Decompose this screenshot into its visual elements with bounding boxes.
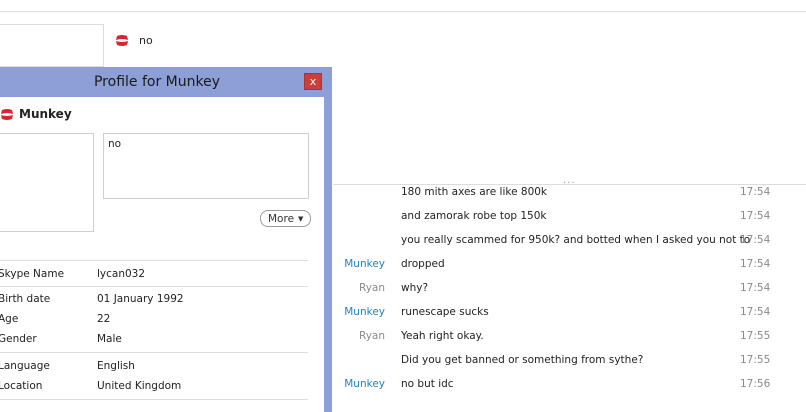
- message-text: why?: [401, 282, 429, 294]
- message-time: 17:54: [740, 234, 771, 246]
- message-text: dropped: [401, 258, 445, 270]
- chat-message[interactable]: Munkey runescape sucks 17:54: [333, 301, 806, 325]
- chat-message[interactable]: and zamorak robe top 150k 17:54: [333, 205, 806, 229]
- info-value: 01 January 1992: [97, 293, 184, 305]
- info-value: lycan032: [97, 268, 146, 280]
- info-separator: [0, 352, 308, 353]
- message-sender[interactable]: Ryan: [359, 330, 385, 342]
- contact-avatar[interactable]: [0, 24, 104, 67]
- info-label: Language: [0, 360, 50, 372]
- profile-name-text: Munkey: [19, 107, 72, 121]
- profile-title-bar[interactable]: Profile for Munkey x: [0, 67, 332, 97]
- info-value: United Kingdom: [97, 380, 182, 392]
- more-label: More: [268, 212, 295, 225]
- info-separator: [0, 399, 308, 400]
- chat-message[interactable]: Ryan Yeah right okay. 17:55: [333, 325, 806, 349]
- info-value: Male: [97, 333, 122, 345]
- message-text: Did you get banned or something from syt…: [401, 354, 644, 366]
- info-label: Location: [0, 380, 43, 392]
- message-sender[interactable]: Munkey: [344, 306, 385, 318]
- message-sender[interactable]: Munkey: [344, 378, 385, 390]
- message-sender[interactable]: Ryan: [359, 282, 385, 294]
- chat-message[interactable]: Ryan why? 17:54: [333, 277, 806, 301]
- profile-mood-box: no: [103, 133, 309, 199]
- more-button[interactable]: More ▼: [260, 210, 312, 227]
- info-label: Skype Name: [0, 268, 65, 280]
- chevron-down-icon: ▼: [298, 214, 304, 223]
- message-time: 17:54: [740, 210, 771, 222]
- contact-mood: no: [115, 34, 153, 47]
- message-text: you really scammed for 950k? and botted …: [401, 234, 751, 246]
- info-label: Gender: [0, 333, 37, 345]
- message-text: no but idc: [401, 378, 454, 390]
- do-not-disturb-icon: [116, 35, 128, 46]
- profile-body: Munkey no More ▼ Skype Name lycan032 Bir…: [0, 97, 324, 412]
- top-divider: [0, 11, 806, 12]
- info-separator: [0, 286, 308, 287]
- do-not-disturb-icon: [1, 108, 13, 120]
- profile-name: Munkey: [0, 107, 72, 121]
- chat-message[interactable]: you really scammed for 950k? and botted …: [333, 229, 806, 253]
- message-time: 17:54: [740, 258, 771, 270]
- message-text: runescape sucks: [401, 306, 489, 318]
- message-text: Yeah right okay.: [401, 330, 484, 342]
- info-separator: [0, 260, 308, 261]
- chat-message[interactable]: Munkey no but idc 17:56: [333, 373, 806, 397]
- message-text: and zamorak robe top 150k: [401, 210, 547, 222]
- info-value: English: [97, 360, 135, 372]
- info-label: Birth date: [0, 293, 51, 305]
- message-sender[interactable]: Munkey: [344, 258, 385, 270]
- profile-window: Profile for Munkey x Munkey no More ▼ Sk…: [0, 67, 332, 412]
- message-time: 17:56: [740, 378, 771, 390]
- message-time: 17:54: [740, 186, 771, 198]
- message-time: 17:54: [740, 306, 771, 318]
- mood-text: no: [139, 34, 153, 47]
- chat-message[interactable]: 180 mith axes are like 800k 17:54: [333, 181, 806, 205]
- profile-title: Profile for Munkey: [93, 74, 220, 90]
- chat-history: 180 mith axes are like 800k 17:54 and za…: [333, 181, 806, 397]
- close-button[interactable]: x: [304, 73, 322, 90]
- chat-message[interactable]: Did you get banned or something from syt…: [333, 349, 806, 373]
- info-label: Age: [0, 313, 19, 325]
- message-time: 17:54: [740, 282, 771, 294]
- chat-message[interactable]: Munkey dropped 17:54: [333, 253, 806, 277]
- message-time: 17:55: [740, 330, 771, 342]
- message-text: 180 mith axes are like 800k: [401, 186, 548, 198]
- message-time: 17:55: [740, 354, 771, 366]
- info-value: 22: [97, 313, 111, 325]
- profile-picture: [0, 133, 94, 232]
